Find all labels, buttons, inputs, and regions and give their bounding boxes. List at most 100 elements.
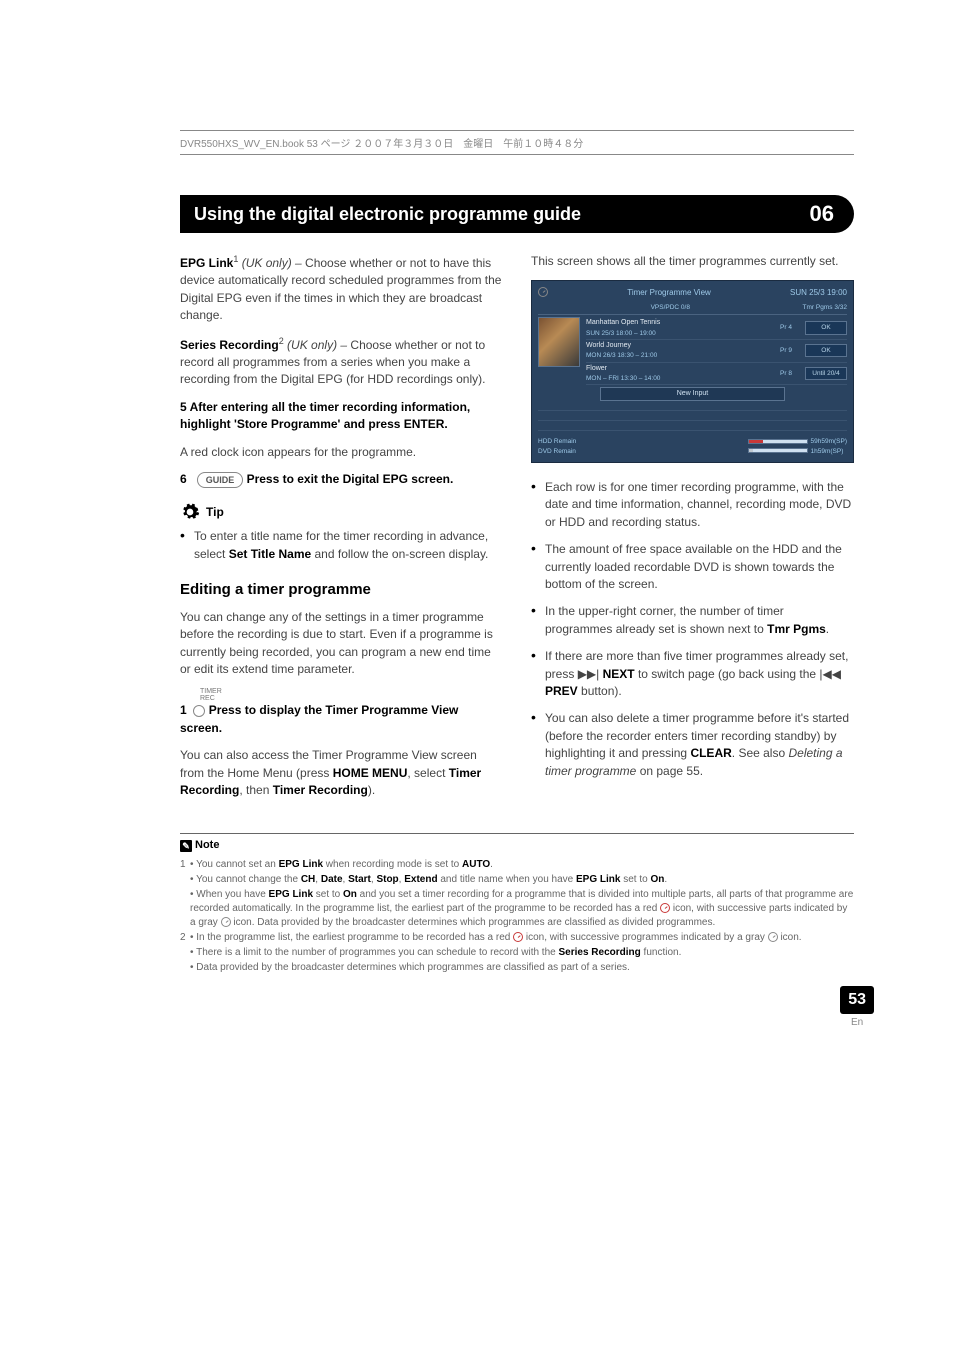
r2-status: Until 20/4 bbox=[805, 367, 847, 380]
step-6-text: Press to exit the Digital EPG screen. bbox=[247, 472, 454, 486]
note-1b: • You cannot change the CH, Date, Start,… bbox=[180, 873, 854, 887]
b5b: . See also bbox=[732, 746, 789, 760]
n2epg: EPG Link bbox=[576, 874, 620, 885]
right-intro: This screen shows all the timer programm… bbox=[531, 253, 854, 270]
clock-icon-red bbox=[660, 903, 670, 913]
table-row: FlowerMON – FRI 13:30 – 14:00 Pr 8 Until… bbox=[586, 363, 847, 386]
n5a: • There is a limit to the number of prog… bbox=[190, 947, 559, 958]
note-1c: • When you have EPG Link set to On and y… bbox=[180, 888, 854, 930]
n3b: set to bbox=[313, 889, 343, 900]
scr-remain: HDD Remain DVD Remain 59h59m(SP) 1h59m(S… bbox=[538, 437, 847, 456]
b4prev: PREV bbox=[545, 684, 578, 698]
n2start: Start bbox=[348, 874, 371, 885]
note-2c: • Data provided by the broadcaster deter… bbox=[180, 961, 854, 975]
dvd-val: 1h59m(SP) bbox=[811, 448, 844, 455]
b4next: NEXT bbox=[599, 667, 634, 681]
scr-datetime: SUN 25/3 19:00 bbox=[790, 287, 847, 299]
hdd-val: 59h59m(SP) bbox=[811, 438, 848, 445]
n3epg: EPG Link bbox=[269, 889, 313, 900]
n2d: . bbox=[664, 874, 667, 885]
table-row: World JourneyMON 26/3 18:30 – 21:00 Pr 9… bbox=[586, 340, 847, 363]
r1-pr: Pr 9 bbox=[771, 346, 801, 355]
step-6-num: 6 bbox=[180, 472, 187, 486]
scr-new-input: New Input bbox=[600, 387, 785, 401]
s1b3: Timer Recording bbox=[273, 783, 368, 797]
step-1-num: 1 bbox=[180, 703, 187, 717]
book-header-text: DVR550HXS_WV_EN.book 53 ページ ２００７年３月３０日 金… bbox=[180, 139, 583, 150]
scr-title: Timer Programme View bbox=[627, 287, 711, 299]
n2a: • You cannot change the bbox=[190, 874, 301, 885]
series-rec-note: (UK only) – bbox=[284, 338, 351, 352]
remote-label-timer: TIMER bbox=[200, 688, 503, 695]
page-number-block: 53 En bbox=[840, 986, 874, 1030]
scr-thumbnail bbox=[538, 317, 580, 367]
b5c: on page 55. bbox=[636, 764, 703, 778]
n1a: • You cannot set an bbox=[190, 859, 279, 870]
guide-keycap: GUIDE bbox=[197, 472, 244, 488]
chapter-title: Using the digital electronic programme g… bbox=[194, 204, 581, 225]
epg-link-note: (UK only) – bbox=[238, 256, 305, 270]
step-1-block: TIMER REC 1 Press to display the Timer P… bbox=[180, 688, 503, 737]
step-1-head: 1 Press to display the Timer Programme V… bbox=[180, 702, 503, 737]
n2ch: CH bbox=[301, 874, 315, 885]
bullet-5: You can also delete a timer programme be… bbox=[531, 710, 854, 780]
scr-vps: VPS/PDC 0/8 bbox=[651, 303, 690, 312]
note-2: 2 • In the programme list, the earliest … bbox=[180, 931, 854, 945]
clock-icon-red-2 bbox=[513, 932, 523, 942]
r1-status: OK bbox=[805, 344, 847, 357]
note-icon: ✎ bbox=[180, 840, 192, 852]
dvd-bar bbox=[748, 448, 808, 453]
tip-label: Tip bbox=[206, 504, 224, 521]
s1b: , select bbox=[407, 766, 448, 780]
bullet-1: Each row is for one timer recording prog… bbox=[531, 479, 854, 531]
prev-icon: |◀◀ bbox=[819, 667, 841, 681]
step-1-head-text: Press to display the Timer Programme Vie… bbox=[180, 703, 458, 734]
table-row: Manhattan Open TennisSUN 25/3 18:00 – 19… bbox=[586, 317, 847, 340]
n2on: On bbox=[650, 874, 664, 885]
n3e: icon. Data provided by the broadcaster d… bbox=[231, 917, 716, 928]
n2b: and title name when you have bbox=[438, 874, 576, 885]
n5c: function. bbox=[641, 947, 682, 958]
n1b: EPG Link bbox=[279, 859, 323, 870]
b5clear: CLEAR bbox=[690, 746, 731, 760]
step-5-text: A red clock icon appears for the program… bbox=[180, 444, 503, 461]
step-6-head: 6 GUIDE Press to exit the Digital EPG sc… bbox=[180, 471, 503, 488]
n6: • Data provided by the broadcaster deter… bbox=[190, 962, 630, 973]
scr-clock-icon bbox=[538, 287, 548, 297]
n1c: when recording mode is set to bbox=[323, 859, 462, 870]
r2-time: MON – FRI 13:30 – 14:00 bbox=[586, 374, 767, 383]
b4c: button). bbox=[578, 684, 622, 698]
b3c: . bbox=[826, 622, 829, 636]
s1c: , then bbox=[239, 783, 272, 797]
remote-button-icon bbox=[193, 705, 205, 717]
epg-link-para: EPG Link1 (UK only) – Choose whether or … bbox=[180, 253, 503, 325]
b3b: Tmr Pgms bbox=[767, 622, 826, 636]
tip-text-b: and follow the on-screen display. bbox=[311, 547, 488, 561]
r2-pr: Pr 8 bbox=[771, 369, 801, 378]
n2ext: Extend bbox=[404, 874, 437, 885]
n3on: On bbox=[343, 889, 357, 900]
n2c: set to bbox=[620, 874, 650, 885]
s1b1: HOME MENU bbox=[333, 766, 408, 780]
r2-name: Flower bbox=[586, 364, 767, 374]
tip-bullet: To enter a title name for the timer reco… bbox=[180, 528, 503, 563]
r0-time: SUN 25/3 18:00 – 19:00 bbox=[586, 329, 767, 338]
page-number: 53 bbox=[840, 986, 874, 1014]
series-rec-para: Series Recording2 (UK only) – Choose whe… bbox=[180, 335, 503, 389]
note-section: ✎ Note 1 • You cannot set an EPG Link wh… bbox=[180, 833, 854, 1030]
epg-link-label: EPG Link bbox=[180, 256, 233, 270]
editing-text: You can change any of the settings in a … bbox=[180, 609, 503, 679]
n4c: icon. bbox=[778, 932, 802, 943]
remote-label-rec: REC bbox=[200, 695, 503, 702]
note-1: 1 • You cannot set an EPG Link when reco… bbox=[180, 858, 854, 872]
tip-heading: Tip bbox=[180, 502, 503, 522]
next-icon: ▶▶| bbox=[578, 667, 600, 681]
s1d: ). bbox=[368, 783, 375, 797]
n5b: Series Recording bbox=[559, 947, 641, 958]
r0-status: OK bbox=[805, 321, 847, 334]
left-column: EPG Link1 (UK only) – Choose whether or … bbox=[180, 253, 503, 809]
n2date: Date bbox=[321, 874, 343, 885]
step-5-head: 5 After entering all the timer recording… bbox=[180, 399, 503, 434]
b4b: to switch page (go back using the bbox=[635, 667, 820, 681]
n1d: AUTO bbox=[462, 859, 490, 870]
